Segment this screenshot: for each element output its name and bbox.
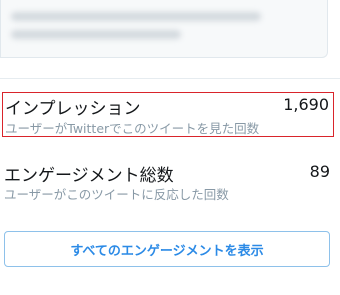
- total-engagements-value: 89: [309, 162, 330, 181]
- blurred-text-line: [11, 30, 181, 39]
- impressions-metric: インプレッション ユーザーがTwitterでこのツイートを見た回数 1,690: [2, 92, 334, 137]
- view-all-engagements-button[interactable]: すべてのエンゲージメントを表示: [4, 231, 330, 267]
- impressions-description: ユーザーがTwitterでこのツイートを見た回数: [5, 121, 260, 136]
- total-engagements-title: エンゲージメント総数: [4, 166, 174, 186]
- total-engagements-description: ユーザーがこのツイートに反応した回数: [4, 187, 229, 202]
- impressions-title: インプレッション: [5, 99, 141, 119]
- view-all-engagements-label: すべてのエンゲージメントを表示: [70, 243, 264, 259]
- blurred-tweet-preview: [0, 0, 328, 58]
- impressions-value: 1,690: [283, 95, 329, 114]
- divider: [0, 78, 340, 79]
- total-engagements-metric: エンゲージメント総数 ユーザーがこのツイートに反応した回数 89: [2, 160, 334, 205]
- blurred-text-line: [11, 12, 261, 21]
